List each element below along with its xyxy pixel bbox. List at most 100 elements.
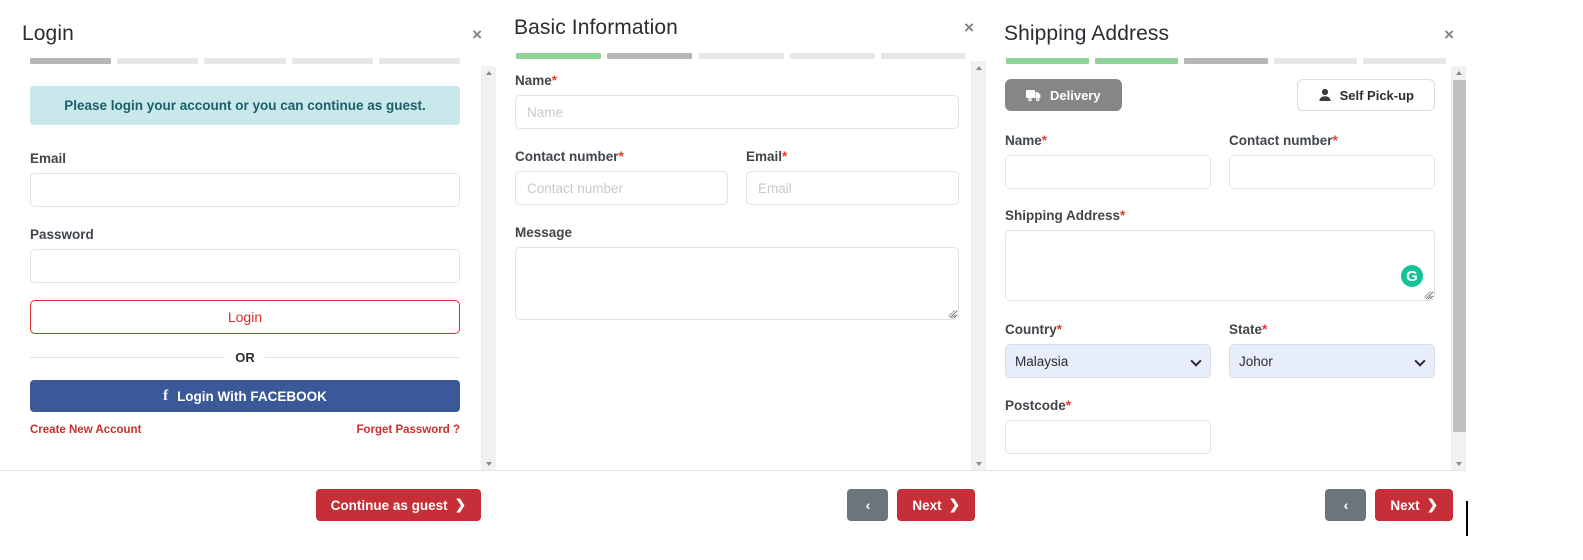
scroll-up-icon[interactable]: [482, 66, 496, 80]
country-label: Country*: [1005, 322, 1211, 337]
required-marker: *: [551, 73, 558, 88]
scroll-up-icon[interactable]: [1452, 66, 1466, 80]
back-button[interactable]: ‹: [847, 489, 889, 521]
required-marker: *: [1332, 133, 1338, 148]
facebook-icon: f: [163, 387, 169, 404]
message-label: Message: [515, 225, 573, 240]
progress-segment-5: [1362, 58, 1447, 64]
name-label: Name*: [1005, 133, 1211, 148]
delivery-toggle-label: Delivery: [1050, 87, 1101, 103]
login-links-row: Create New Account Forget Password ?: [30, 424, 460, 436]
or-divider-rule-left: [30, 357, 226, 358]
login-with-facebook-label: Login With FACEBOOK: [177, 388, 327, 404]
basic-information-close-icon[interactable]: ×: [964, 19, 974, 36]
panel-edge-line: [1466, 501, 1468, 536]
postcode-label-text: Postcode: [1005, 398, 1066, 413]
contact-number-label-text: Contact number: [515, 149, 619, 164]
shipping-address-close-icon[interactable]: ×: [1444, 26, 1454, 43]
chevron-right-icon: ❯: [454, 497, 466, 512]
message-textarea[interactable]: [515, 247, 959, 320]
textarea-resize-handle[interactable]: [1422, 288, 1432, 298]
name-label: Name*: [515, 73, 959, 88]
progress-segment-3: [698, 53, 784, 59]
shipping-address-progress-bar: [1006, 58, 1447, 64]
grammarly-glyph: G: [1406, 267, 1418, 285]
grammarly-icon[interactable]: G: [1401, 265, 1423, 287]
continue-as-guest-button[interactable]: Continue as guest ❯: [315, 489, 481, 521]
basic-information-panel-scrollbar[interactable]: [971, 61, 986, 470]
required-marker: *: [1262, 322, 1268, 337]
contact-number-label: Contact number*: [1229, 133, 1435, 148]
email-label: Email*: [746, 149, 959, 164]
required-marker: *: [1120, 208, 1126, 223]
name-input[interactable]: [1005, 155, 1211, 189]
required-marker: *: [782, 149, 788, 164]
scroll-down-icon[interactable]: [1452, 457, 1466, 470]
postcode-input[interactable]: [1005, 420, 1211, 454]
progress-segment-4: [1273, 58, 1357, 64]
scroll-up-icon[interactable]: [972, 61, 986, 75]
shipping-method-toggle-group: Delivery Self Pick-up: [1005, 79, 1435, 111]
email-input[interactable]: [746, 171, 959, 205]
contact-number-input[interactable]: [515, 171, 728, 205]
state-label: State*: [1229, 322, 1435, 337]
scrollbar-thumb[interactable]: [1453, 80, 1466, 432]
shipping-address-panel-scrollbar[interactable]: [1451, 66, 1466, 470]
scroll-down-icon[interactable]: [482, 457, 496, 470]
chevron-right-icon: ❯: [948, 497, 960, 512]
next-button-label: Next: [1390, 497, 1420, 513]
progress-segment-2: [1095, 58, 1179, 64]
chevron-right-icon: ❯: [1426, 497, 1438, 512]
basic-information-panel-title: Basic Information: [514, 16, 678, 39]
country-select[interactable]: Malaysia: [1005, 344, 1211, 378]
textarea-resize-handle[interactable]: [946, 307, 956, 317]
required-marker: *: [618, 149, 624, 164]
shipping-address-textarea[interactable]: [1005, 230, 1435, 301]
login-panel-body: Please login your account or you can con…: [0, 66, 496, 471]
login-progress-bar: [30, 58, 461, 64]
login-panel-scrollbar[interactable]: [481, 66, 496, 470]
next-button[interactable]: Next ❯: [1375, 489, 1453, 521]
delivery-toggle-button[interactable]: Delivery: [1005, 79, 1122, 111]
or-divider-rule-right: [264, 357, 460, 358]
login-button[interactable]: Login: [30, 300, 460, 334]
self-pickup-toggle-button[interactable]: Self Pick-up: [1296, 79, 1435, 111]
shipping-address-label: Shipping Address*: [1005, 208, 1435, 223]
scroll-down-icon[interactable]: [972, 457, 986, 470]
progress-segment-3: [1184, 58, 1268, 64]
login-close-icon[interactable]: ×: [472, 26, 482, 43]
state-select[interactable]: Johor: [1229, 344, 1435, 378]
progress-segment-4: [789, 53, 875, 59]
name-label-text: Name: [1005, 133, 1042, 148]
email-input[interactable]: [30, 173, 460, 207]
contact-number-input[interactable]: [1229, 155, 1435, 189]
contact-number-label: Contact number*: [515, 149, 728, 164]
login-with-facebook-button[interactable]: f Login With FACEBOOK: [30, 380, 460, 412]
progress-segment-1: [1006, 58, 1090, 64]
next-button[interactable]: Next ❯: [897, 489, 975, 521]
state-label-text: State: [1229, 322, 1263, 337]
email-label: Email: [30, 151, 67, 166]
password-input[interactable]: [30, 249, 460, 283]
login-panel-footer: Continue as guest ❯: [0, 481, 481, 529]
postcode-label: Postcode*: [1005, 398, 1211, 413]
name-input[interactable]: [515, 95, 959, 129]
forget-password-link[interactable]: Forget Password ?: [356, 424, 460, 436]
basic-information-panel: Basic Information × Name* Name Contact n…: [496, 0, 986, 521]
progress-segment-1: [516, 53, 602, 59]
password-label: Password: [30, 227, 94, 242]
shipping-address-panel-title: Shipping Address: [1004, 22, 1170, 45]
progress-segment-4: [291, 58, 373, 64]
contact-number-label-text: Contact number: [1229, 133, 1333, 148]
shipping-address-label-text: Shipping Address: [1005, 208, 1121, 223]
person-icon: [1318, 88, 1332, 102]
scrollbar-thumb[interactable]: [973, 75, 986, 457]
create-new-account-link[interactable]: Create New Account: [30, 424, 141, 436]
basic-information-panel-footer: ‹ Next ❯: [496, 481, 986, 529]
progress-segment-3: [204, 58, 286, 64]
scrollbar-thumb[interactable]: [483, 80, 496, 457]
or-divider-label: OR: [235, 350, 255, 365]
back-button[interactable]: ‹: [1325, 489, 1367, 521]
login-panel: Login × Please login your account or you…: [0, 0, 496, 521]
name-label-text: Name: [515, 73, 552, 88]
